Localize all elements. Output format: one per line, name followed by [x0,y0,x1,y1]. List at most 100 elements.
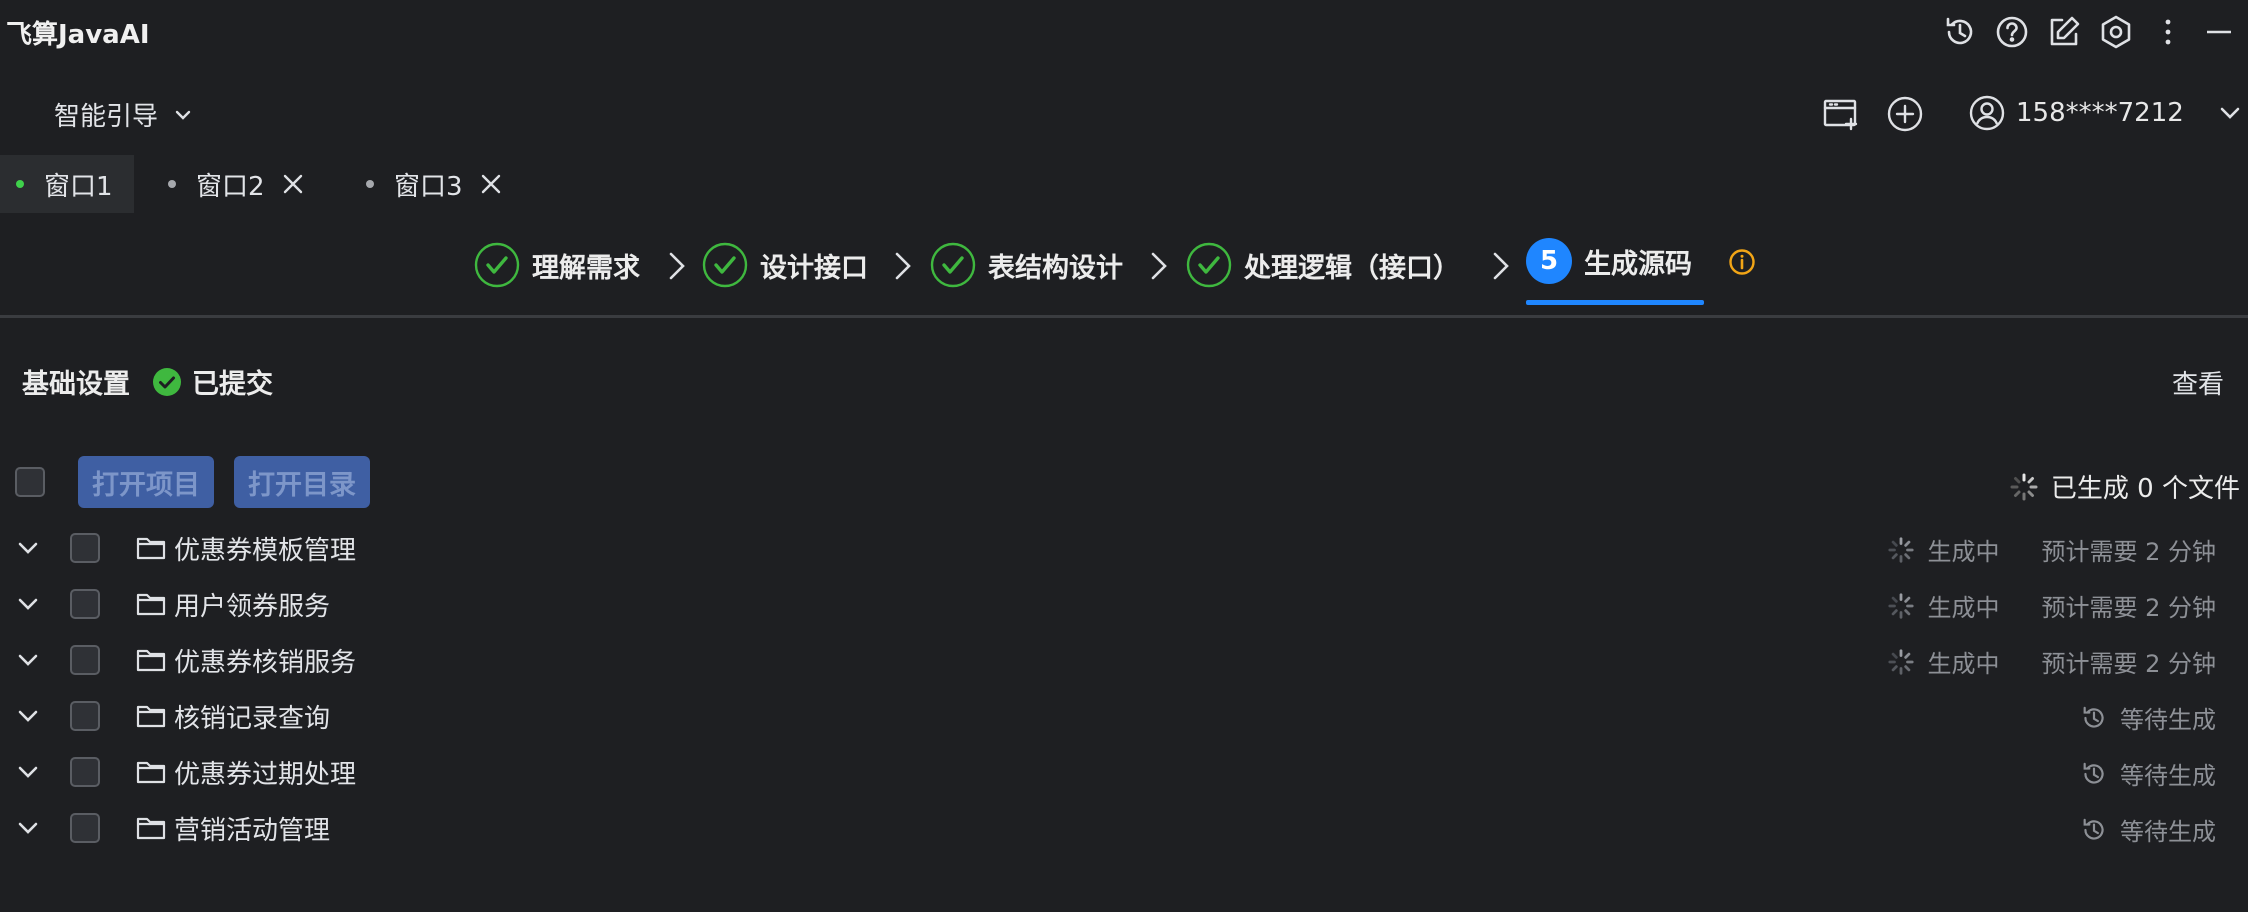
module-name: 优惠券模板管理 [174,536,357,566]
check-circle-icon [474,242,520,288]
account-label: 158****7212 [2016,98,2184,128]
module-status-group: 等待生成 [2080,812,2216,847]
chevron-down-icon [2216,99,2244,127]
info-icon[interactable] [1728,248,1756,276]
step-process-logic[interactable]: 处理逻辑（接口） [1186,238,1460,292]
divider [0,315,2248,318]
generated-count: 已生成 0 个文件 [2009,468,2240,505]
close-icon[interactable] [281,172,305,196]
chevron-right-icon [664,248,688,284]
step-design-interface[interactable]: 设计接口 [702,238,868,292]
step-understand-requirements[interactable]: 理解需求 [474,238,640,292]
generated-count-label: 已生成 0 个文件 [2050,474,2240,504]
window-tab-1[interactable]: 窗口1 [0,155,134,213]
module-status: 等待生成 [2120,706,2216,734]
help-icon[interactable] [1994,14,2030,50]
settings-icon[interactable] [2098,14,2134,50]
step-table-design[interactable]: 表结构设计 [930,238,1123,292]
guide-dropdown[interactable]: 智能引导 [54,96,194,133]
chevron-right-icon [1488,248,1512,284]
folder-icon [135,532,167,564]
guide-label: 智能引导 [54,102,159,132]
spinner-icon [1887,648,1915,676]
check-circle-icon [702,242,748,288]
check-circle-filled-icon [152,367,182,397]
step-generate-source[interactable]: 5 生成源码 [1526,234,1692,288]
folder-icon [135,812,167,844]
spinner-icon [1887,592,1915,620]
module-status-group: 生成中 预计需要 2 分钟 [1887,644,2216,679]
step-label: 设计接口 [760,252,868,284]
module-row[interactable]: 优惠券模板管理 生成中 预计需要 2 分钟 [0,520,2248,576]
new-window-icon[interactable] [1822,95,1860,133]
chevron-down-icon[interactable] [14,534,42,562]
chevron-right-icon [1146,248,1170,284]
chevron-down-icon[interactable] [14,590,42,618]
module-row[interactable]: 优惠券核销服务 生成中 预计需要 2 分钟 [0,632,2248,688]
open-directory-button[interactable]: 打开目录 [234,456,370,508]
module-checkbox[interactable] [70,645,100,675]
check-circle-icon [1186,242,1232,288]
edit-icon[interactable] [2046,14,2082,50]
module-status-group: 等待生成 [2080,756,2216,791]
history-icon [2080,704,2108,732]
module-eta: 预计需要 2 分钟 [2041,650,2216,678]
step-label: 理解需求 [532,252,640,284]
module-status-group: 等待生成 [2080,700,2216,735]
module-row[interactable]: 用户领券服务 生成中 预计需要 2 分钟 [0,576,2248,632]
step-label: 生成源码 [1584,248,1692,280]
module-row[interactable]: 优惠券过期处理 等待生成 [0,744,2248,800]
module-name: 营销活动管理 [174,816,331,846]
module-checkbox[interactable] [70,813,100,843]
account-menu[interactable]: 158****7212 [1968,94,2244,132]
window-tab-3[interactable]: 窗口3 [366,155,503,213]
step-label: 表结构设计 [988,252,1123,284]
history-icon [2080,760,2108,788]
module-name: 核销记录查询 [174,704,331,734]
folder-icon [135,644,167,676]
close-icon[interactable] [479,172,503,196]
chevron-down-icon[interactable] [14,702,42,730]
check-circle-icon [930,242,976,288]
basic-settings-title: 基础设置 [22,369,130,400]
window-tab-label: 窗口2 [196,171,265,202]
module-checkbox[interactable] [70,757,100,787]
select-all-checkbox[interactable] [15,467,45,497]
module-name: 优惠券核销服务 [174,648,357,678]
minimize-icon[interactable] [2204,14,2240,50]
submitted-label: 已提交 [192,369,273,400]
view-link[interactable]: 查看 [2172,364,2224,401]
window-tab-2[interactable]: 窗口2 [168,155,305,213]
module-name: 优惠券过期处理 [174,760,357,790]
active-dot [16,180,24,188]
chevron-down-icon[interactable] [14,646,42,674]
module-status-group: 生成中 预计需要 2 分钟 [1887,532,2216,567]
step-label: 处理逻辑（接口） [1244,252,1460,284]
tab-dot [168,180,176,188]
module-row[interactable]: 核销记录查询 等待生成 [0,688,2248,744]
module-eta: 预计需要 2 分钟 [2041,538,2216,566]
basic-settings-header: 基础设置 已提交 [22,362,273,401]
chevron-down-icon [172,104,194,126]
module-row[interactable]: 营销活动管理 等待生成 [0,800,2248,856]
module-checkbox[interactable] [70,589,100,619]
open-project-button[interactable]: 打开项目 [78,456,214,508]
module-name: 用户领券服务 [174,592,331,622]
submitted-badge: 已提交 [152,362,273,401]
module-checkbox[interactable] [70,701,100,731]
window-tab-label: 窗口3 [394,171,463,202]
chevron-down-icon[interactable] [14,814,42,842]
folder-icon [135,700,167,732]
module-status-group: 生成中 预计需要 2 分钟 [1887,588,2216,623]
module-checkbox[interactable] [70,533,100,563]
history-icon[interactable] [1942,14,1978,50]
step-number: 5 [1526,238,1572,284]
spinner-icon [1887,536,1915,564]
chevron-down-icon[interactable] [14,758,42,786]
spinner-icon [2009,472,2039,502]
module-eta: 预计需要 2 分钟 [2041,594,2216,622]
add-icon[interactable] [1886,95,1924,133]
module-status: 等待生成 [2120,818,2216,846]
current-step-indicator [1526,300,1704,305]
more-icon[interactable] [2158,14,2194,50]
